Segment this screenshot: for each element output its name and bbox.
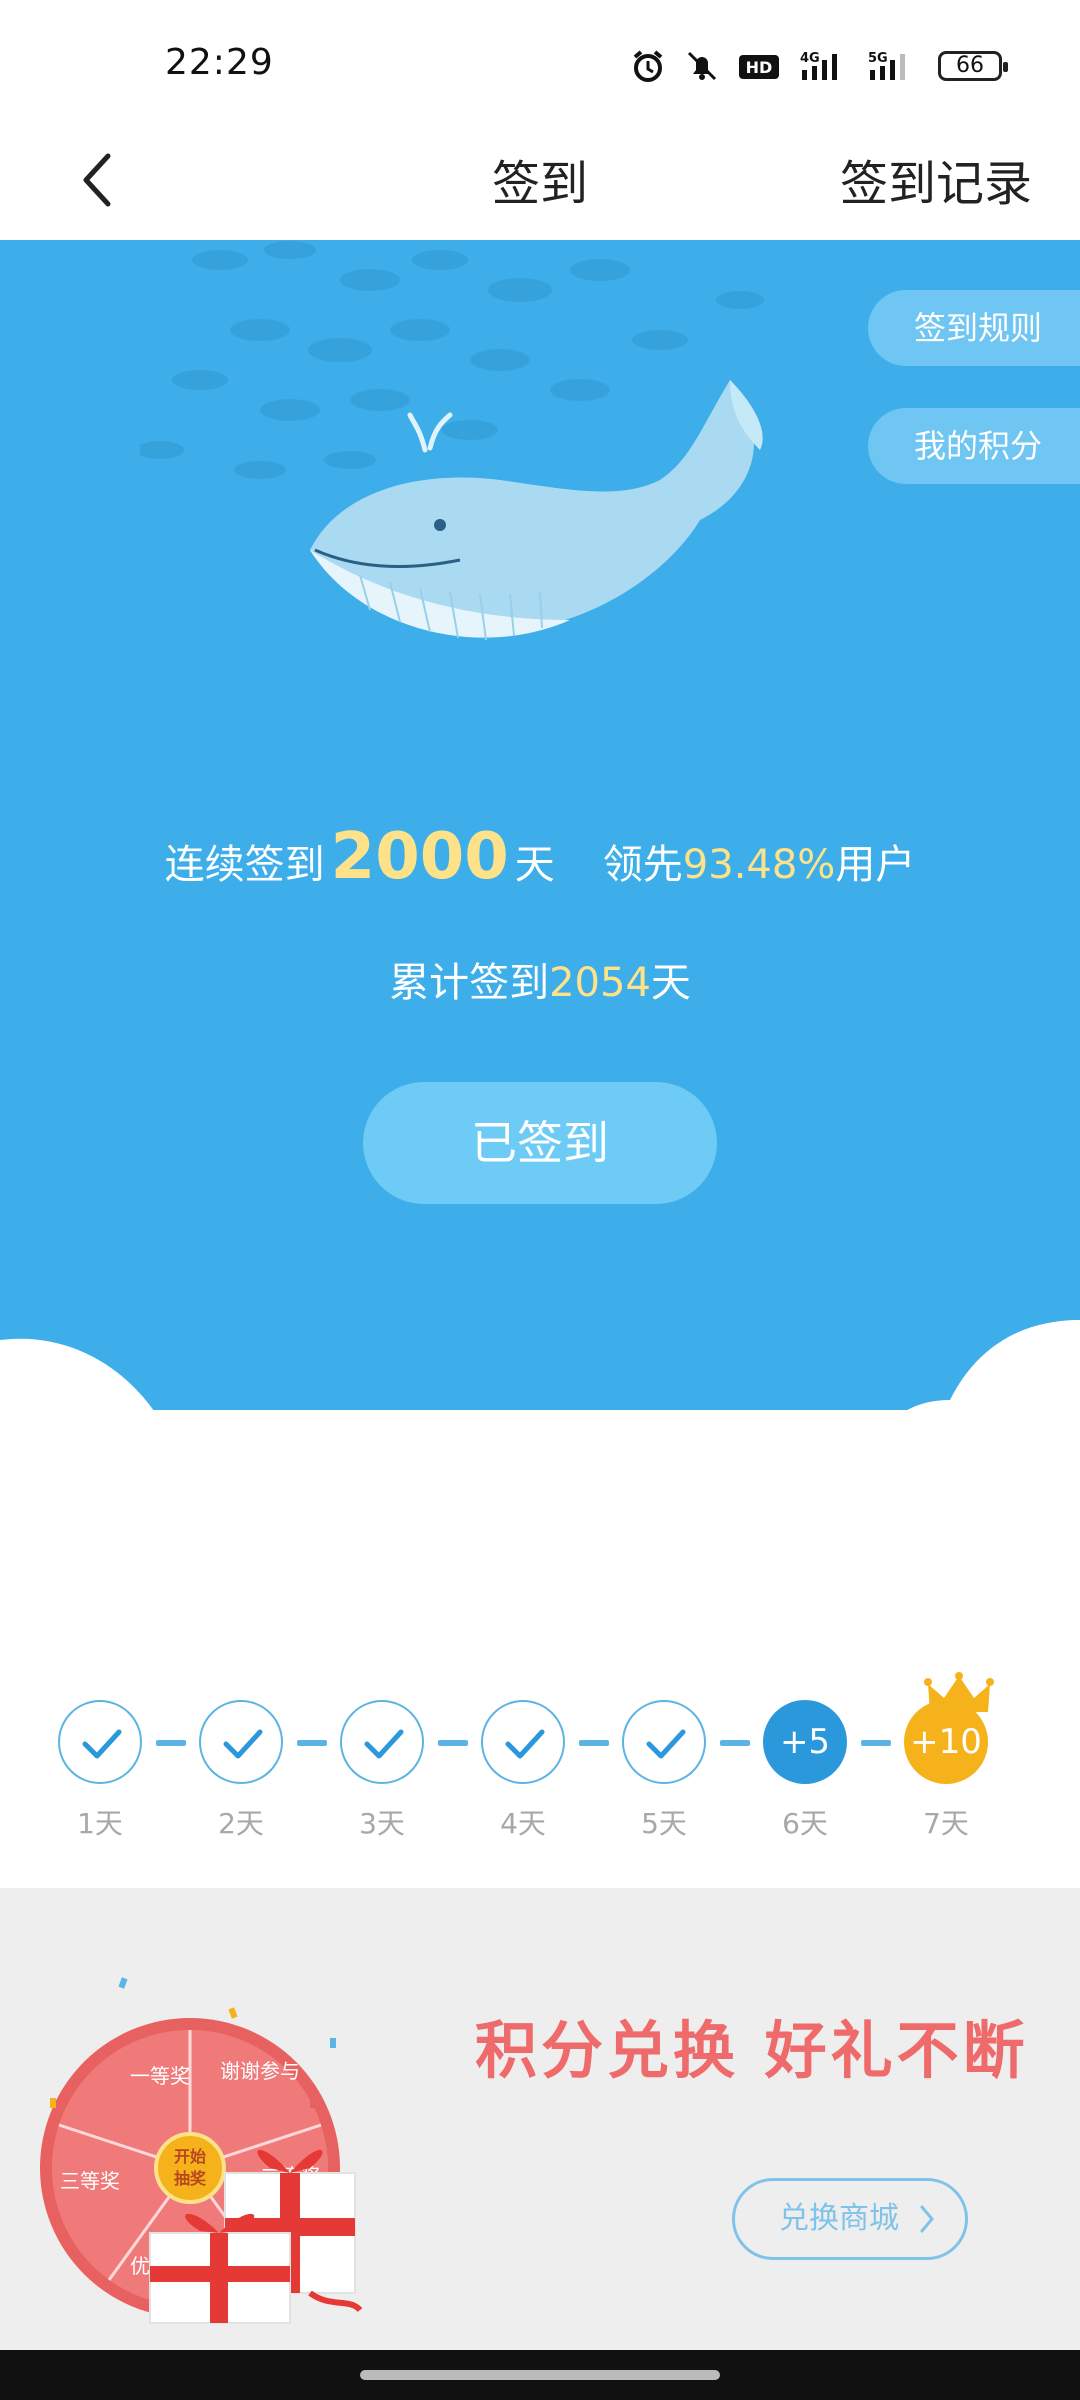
signal-5g-icon: 5G: [868, 51, 905, 80]
wheel-center-line2: 抽奖: [174, 2169, 207, 2188]
exchange-mall-button[interactable]: 兑换商城: [732, 2178, 968, 2260]
checkin-record-link[interactable]: 签到记录: [840, 144, 1032, 214]
wheel-label: 三等奖: [60, 2169, 120, 2193]
mute-bell-icon: [687, 51, 717, 81]
day-3: 3天: [340, 1700, 424, 1842]
total-unit: 天: [650, 960, 691, 1006]
crown-icon: [924, 1672, 994, 1712]
hd-icon: HD: [739, 55, 779, 79]
reward-badge: +5: [763, 1700, 847, 1784]
home-gesture-handle[interactable]: [360, 2370, 720, 2380]
day-label: 5天: [641, 1807, 687, 1840]
status-bar: 22:29 HD 4G 5G 66: [0, 0, 1080, 120]
wheel-label: 一等奖: [130, 2064, 190, 2088]
status-icons: HD 4G 5G 66: [630, 48, 1008, 84]
app-bar: 签到 签到记录: [0, 120, 1080, 240]
day-label: 4天: [500, 1807, 546, 1840]
checkin-rules-button[interactable]: 签到规则: [868, 290, 1080, 366]
signal-4g-icon: 4G: [800, 51, 837, 80]
lead-suffix: 用户: [835, 842, 916, 888]
streak-summary: 连续签到2000 天 领先93.48%用户: [0, 820, 1080, 894]
total-prefix: 累计签到: [389, 960, 550, 1006]
wheel-center-line1: 开始: [174, 2147, 206, 2166]
my-points-button[interactable]: 我的积分: [868, 408, 1080, 484]
day-6: +5 6天: [763, 1700, 847, 1842]
chevron-right-icon: [920, 2205, 934, 2233]
wheel-label: 谢谢参与: [220, 2059, 300, 2083]
checkin-hero: 签到规则 我的积分 连续签到2000 天领先93.48%用户 累计签到2054天 …: [0, 240, 1080, 1410]
checked-in-button[interactable]: 已签到: [363, 1082, 717, 1204]
streak-days: 2000: [330, 820, 509, 894]
system-nav-bar: [0, 2350, 1080, 2400]
exchange-mall-label: 兑换商城: [779, 2201, 899, 2236]
day-label: 3天: [359, 1807, 405, 1840]
day-5: 5天: [622, 1700, 706, 1842]
clouds-illustration: [0, 1320, 1080, 1410]
day-4: 4天: [481, 1700, 565, 1842]
checkmark-icon: [58, 1700, 142, 1784]
status-time: 22:29: [165, 42, 274, 83]
day-label: 2天: [218, 1807, 264, 1840]
points-exchange-banner[interactable]: 一等奖 谢谢参与 二等奖 三等奖 优秀奖 开始 抽奖 积分兑换 好礼不断 兑换商…: [0, 1888, 1080, 2350]
svg-text:HD: HD: [746, 58, 773, 77]
lead-percent: 93.48%: [682, 842, 836, 888]
battery-indicator: 66: [938, 51, 1008, 81]
streak-prefix: 连续签到: [164, 842, 325, 888]
alarm-icon: [633, 50, 663, 82]
checkmark-icon: [481, 1700, 565, 1784]
checkmark-icon: [622, 1700, 706, 1784]
promo-title: 积分兑换 好礼不断: [475, 2014, 1029, 2087]
total-days: 2054: [549, 960, 651, 1006]
day-1: 1天: [58, 1700, 142, 1842]
checkmark-icon: [199, 1700, 283, 1784]
svg-text:4G: 4G: [800, 51, 820, 66]
day-2: 2天: [199, 1700, 283, 1842]
day-7: +10 7天: [904, 1700, 988, 1842]
whale-illustration: [310, 380, 763, 641]
streak-unit: 天: [514, 842, 555, 888]
day-label: 7天: [923, 1807, 969, 1840]
svg-text:5G: 5G: [868, 51, 888, 66]
total-checkins: 累计签到2054天: [0, 950, 1080, 1008]
day-label: 6天: [782, 1807, 828, 1840]
lead-prefix: 领先: [602, 842, 683, 888]
lottery-wheel-illustration: 一等奖 谢谢参与 二等奖 三等奖 优秀奖 开始 抽奖: [40, 1977, 363, 2324]
day-label: 1天: [77, 1807, 123, 1840]
checkmark-icon: [340, 1700, 424, 1784]
weekly-checkin-row: 1天 2天 3天 4天 5天 +5 6天 +10 7天: [0, 1672, 1080, 1860]
